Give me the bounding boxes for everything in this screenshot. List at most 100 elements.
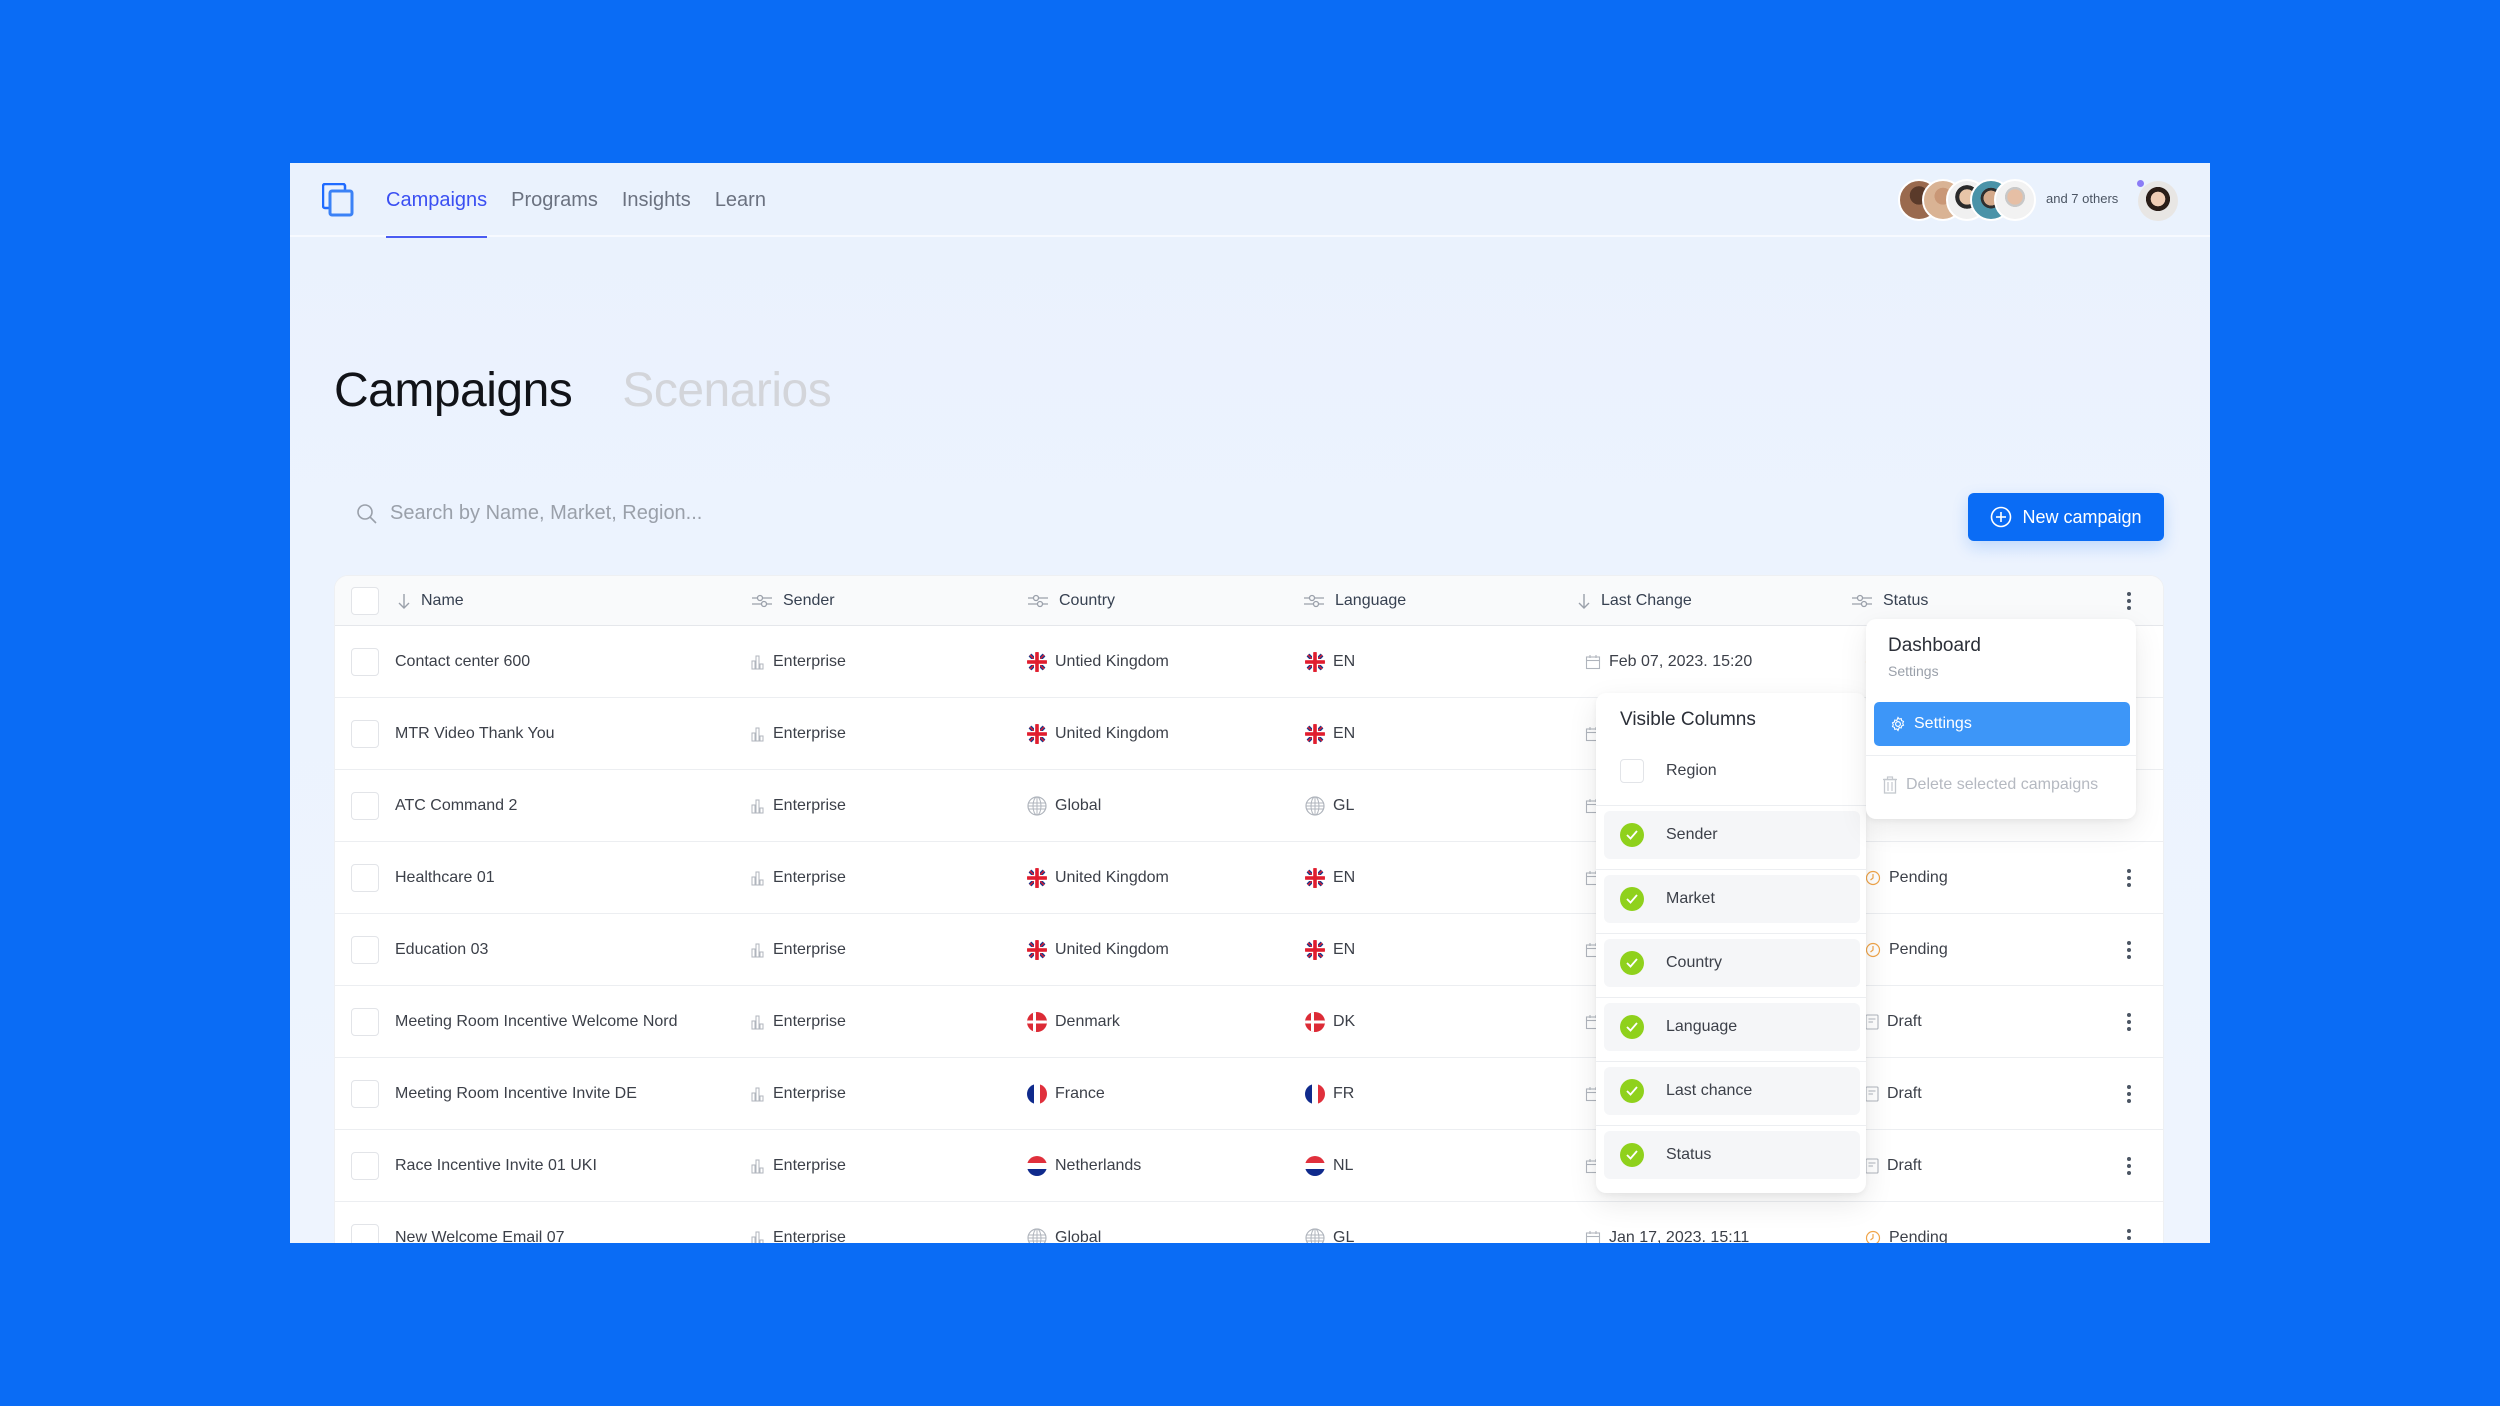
column-toggle-market[interactable]: Market [1604, 875, 1860, 923]
language-cell: DK [1305, 986, 1355, 1058]
divider [1596, 997, 1866, 998]
search-input[interactable] [390, 502, 930, 525]
arrow-down-icon [398, 594, 410, 609]
column-toggle-region[interactable]: Region [1604, 747, 1860, 795]
menu-item-settings[interactable]: Settings [1874, 702, 2130, 746]
row-checkbox[interactable] [351, 1080, 379, 1108]
row-checkbox[interactable] [351, 792, 379, 820]
table-row[interactable]: New Welcome Email 07 Enterprise Global GL Ja… [335, 1202, 2163, 1243]
menu-item-delete-selected[interactable]: Delete selected campaigns [1882, 765, 2098, 805]
table-row[interactable]: Meeting Room Incentive Invite DE Enterpri… [335, 1058, 2163, 1130]
divider [1596, 869, 1866, 870]
nav-learn[interactable]: Learn [715, 163, 766, 237]
country-cell: United Kingdom [1027, 914, 1169, 986]
avatar [1994, 179, 2036, 221]
row-checkbox[interactable] [351, 720, 379, 748]
row-actions-kebab-icon[interactable] [2119, 842, 2139, 914]
country-cell: Denmark [1027, 986, 1120, 1058]
select-all-checkbox[interactable] [351, 587, 379, 615]
visible-columns-title: Visible Columns [1620, 709, 1756, 730]
row-checkbox[interactable] [351, 1008, 379, 1036]
sliders-icon [752, 594, 772, 608]
country-cell: Global [1027, 1202, 1101, 1243]
building-icon [751, 799, 764, 814]
row-checkbox[interactable] [351, 936, 379, 964]
row-checkbox[interactable] [351, 648, 379, 676]
status-badge: Pending [1865, 1202, 1948, 1243]
collaborator-avatars[interactable] [1898, 179, 2036, 221]
row-actions-kebab-icon[interactable] [2119, 914, 2139, 986]
column-header-last-change[interactable]: Last Change [1577, 576, 1692, 626]
nav-programs[interactable]: Programs [511, 163, 598, 237]
menu-divider [1866, 755, 2136, 756]
sender-cell: Enterprise [751, 842, 846, 914]
campaign-name[interactable]: Meeting Room Incentive Invite DE [395, 1058, 637, 1130]
column-header-name[interactable]: Name [397, 576, 464, 626]
sender-cell: Enterprise [751, 914, 846, 986]
language-cell: NL [1305, 1130, 1353, 1202]
status-badge: Pending [1865, 914, 1948, 986]
flag-uk-icon [1027, 868, 1047, 888]
clock-icon [1865, 1230, 1881, 1243]
table-row[interactable]: Healthcare 01 Enterprise United Kingdom EN P… [335, 842, 2163, 914]
tab-scenarios[interactable]: Scenarios [622, 363, 831, 418]
row-checkbox[interactable] [351, 1152, 379, 1180]
row-actions-kebab-icon[interactable] [2119, 1130, 2139, 1202]
building-icon [751, 1015, 764, 1030]
sender-cell: Enterprise [751, 770, 846, 842]
column-header-country[interactable]: Country [1027, 576, 1115, 626]
sender-cell: Enterprise [751, 698, 846, 770]
column-toggle-last-chance[interactable]: Last chance [1604, 1067, 1860, 1115]
calendar-icon [1585, 1231, 1601, 1243]
dashboard-context-menu: Dashboard Settings Settings Delete selec… [1866, 619, 2136, 819]
trash-icon [1883, 776, 1897, 794]
page-tabs: Campaigns Scenarios [334, 363, 832, 418]
column-toggle-country[interactable]: Country [1604, 939, 1860, 987]
country-cell: France [1027, 1058, 1105, 1130]
campaign-name[interactable]: New Welcome Email 07 [395, 1202, 565, 1243]
new-campaign-button[interactable]: New campaign [1968, 493, 2164, 541]
app-logo-icon[interactable] [322, 183, 354, 217]
table-row[interactable]: Meeting Room Incentive Welcome Nord Enter… [335, 986, 2163, 1058]
campaign-name[interactable]: Race Incentive Invite 01 UKI [395, 1130, 597, 1202]
table-row[interactable]: Education 03 Enterprise United Kingdom EN Pe… [335, 914, 2163, 986]
campaign-name[interactable]: ATC Command 2 [395, 770, 517, 842]
column-toggle-sender[interactable]: Sender [1604, 811, 1860, 859]
last-change-cell: Feb 07, 2023. 15:20 [1585, 626, 1752, 698]
flag-nl-icon [1305, 1156, 1325, 1176]
status-badge: Draft [1865, 986, 1922, 1058]
column-toggle-language[interactable]: Language [1604, 1003, 1860, 1051]
row-checkbox[interactable] [351, 1224, 379, 1243]
arrow-down-icon [1578, 594, 1590, 609]
user-avatar[interactable] [2138, 181, 2178, 221]
nav-campaigns[interactable]: Campaigns [386, 163, 488, 238]
campaign-name[interactable]: Healthcare 01 [395, 842, 495, 914]
column-toggle-status[interactable]: Status [1604, 1131, 1860, 1179]
language-cell: EN [1305, 842, 1355, 914]
nav-insights[interactable]: Insights [622, 163, 691, 237]
calendar-icon [1585, 655, 1601, 670]
new-campaign-label: New campaign [2022, 506, 2142, 527]
row-checkbox[interactable] [351, 864, 379, 892]
building-icon [751, 727, 764, 742]
tab-campaigns[interactable]: Campaigns [334, 363, 573, 418]
status-badge: Pending [1865, 842, 1948, 914]
campaign-name[interactable]: Education 03 [395, 914, 488, 986]
flag-uk-icon [1305, 940, 1325, 960]
column-header-sender[interactable]: Sender [751, 576, 835, 626]
table-row[interactable]: Race Incentive Invite 01 UKI Enterprise Ne… [335, 1130, 2163, 1202]
language-cell: GL [1305, 770, 1354, 842]
row-actions-kebab-icon[interactable] [2119, 1058, 2139, 1130]
country-cell: United Kingdom [1027, 698, 1169, 770]
row-actions-kebab-icon[interactable] [2119, 1202, 2139, 1243]
sender-cell: Enterprise [751, 986, 846, 1058]
column-header-language[interactable]: Language [1303, 576, 1406, 626]
row-actions-kebab-icon[interactable] [2119, 986, 2139, 1058]
visible-columns-panel: Visible Columns Region Sender Market Countr… [1596, 693, 1866, 1193]
search-icon [357, 503, 377, 524]
checkbox-empty [1620, 759, 1644, 783]
collaborators-more-label[interactable]: and 7 others [2046, 191, 2118, 206]
campaign-name[interactable]: MTR Video Thank You [395, 698, 555, 770]
campaign-name[interactable]: Meeting Room Incentive Welcome Nord [395, 986, 678, 1058]
campaign-name[interactable]: Contact center 600 [395, 626, 530, 698]
